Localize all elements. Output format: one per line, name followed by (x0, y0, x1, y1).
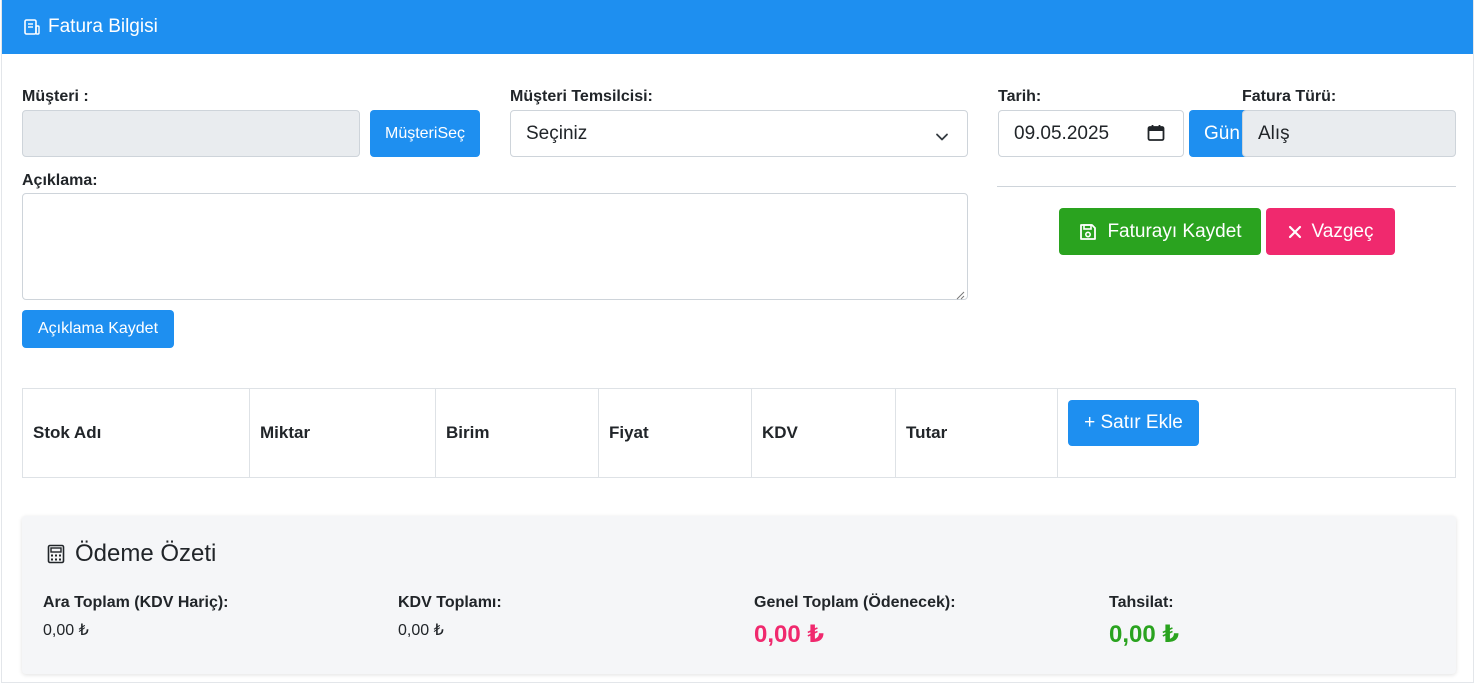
invoice-type-field[interactable]: Alış (1242, 110, 1456, 157)
summary-title-text: Ödeme Özeti (75, 540, 217, 567)
save-invoice-label: Faturayı Kaydet (1107, 220, 1242, 242)
calculator-icon (47, 544, 65, 564)
summary-title: Ödeme Özeti (47, 540, 216, 568)
column-header-vat: KDV (751, 388, 896, 478)
grand-total-value: 0,00 ₺ (754, 621, 825, 648)
grand-total-label: Genel Toplam (Ödenecek): (754, 594, 956, 611)
collection-value: 0,00 ₺ (1109, 621, 1180, 648)
save-invoice-button[interactable]: Faturayı Kaydet (1059, 208, 1261, 255)
save-icon (1078, 222, 1098, 242)
description-textarea[interactable] (22, 193, 968, 300)
representative-select[interactable]: Seçiniz (510, 110, 968, 157)
table-header-row: Stok Adı Miktar Birim Fiyat KDV Tutar (22, 388, 1456, 478)
date-value: 09.05.2025 (1014, 122, 1110, 144)
today-button[interactable]: Gün (1189, 110, 1249, 157)
page-title: Fatura Bilgisi (48, 16, 158, 37)
date-label: Tarih: (998, 88, 1042, 105)
subtotal-label: Ara Toplam (KDV Hariç): (43, 594, 229, 611)
payment-summary: Ödeme Özeti Ara Toplam (KDV Hariç): 0,00… (22, 516, 1456, 674)
card-header: Fatura Bilgisi (2, 0, 1473, 54)
date-input[interactable]: 09.05.2025 (998, 110, 1184, 157)
collection-label: Tahsilat: (1109, 594, 1174, 611)
invoice-type-label: Fatura Türü: (1242, 88, 1337, 105)
vat-total-label: KDV Toplamı: (398, 594, 502, 611)
customer-field[interactable] (22, 110, 360, 157)
representative-selected: Seçiniz (526, 122, 588, 144)
add-row-button[interactable]: + Satır Ekle (1068, 400, 1199, 446)
items-table: Stok Adı Miktar Birim Fiyat KDV Tutar (22, 388, 1456, 478)
select-customer-button[interactable]: MüşteriSeç (370, 110, 480, 157)
calendar-icon[interactable] (1146, 123, 1166, 143)
representative-label: Müşteri Temsilcisi: (510, 88, 653, 105)
column-header-price: Fiyat (598, 388, 752, 478)
cancel-label: Vazgeç (1311, 220, 1374, 242)
chevron-down-icon (935, 128, 949, 142)
column-header-quantity: Miktar (249, 388, 436, 478)
subtotal-value: 0,00 ₺ (43, 622, 89, 639)
vat-total-value: 0,00 ₺ (398, 622, 444, 639)
save-description-button[interactable]: Açıklama Kaydet (22, 310, 174, 348)
invoice-icon (23, 18, 41, 36)
cancel-button[interactable]: Vazgeç (1266, 208, 1395, 255)
column-header-unit: Birim (435, 388, 599, 478)
column-header-total: Tutar (895, 388, 1058, 478)
customer-label: Müşteri : (22, 88, 89, 105)
column-header-stock-name: Stok Adı (22, 388, 250, 478)
resize-handle-icon[interactable] (955, 287, 965, 300)
description-label: Açıklama: (22, 172, 98, 189)
close-icon (1288, 225, 1302, 239)
divider (997, 186, 1456, 187)
